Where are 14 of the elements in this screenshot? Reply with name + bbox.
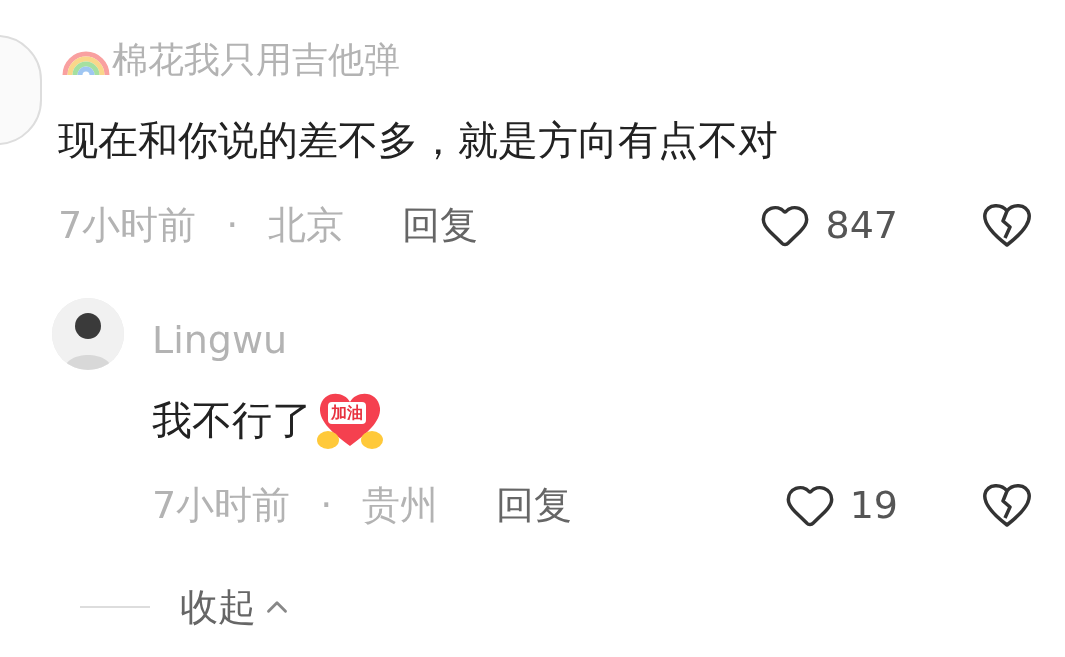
timestamp: 7小时前 bbox=[152, 486, 291, 524]
comment-text: 我不行了 bbox=[152, 400, 312, 440]
location: 北京 bbox=[268, 206, 345, 244]
like-count: 847 bbox=[825, 206, 898, 244]
reply-button[interactable]: 回复 bbox=[496, 486, 573, 524]
separator-dot: · bbox=[320, 486, 333, 524]
comment-text: 现在和你说的差不多，就是方向有点不对 bbox=[58, 116, 779, 165]
location: 贵州 bbox=[362, 486, 439, 524]
collapse-button[interactable]: 收起 bbox=[180, 588, 256, 626]
separator-dot: · bbox=[226, 206, 239, 244]
sticker-label: 加油 bbox=[328, 402, 366, 424]
like-count: 19 bbox=[849, 486, 898, 524]
timestamp: 7小时前 bbox=[58, 206, 197, 244]
reply-button[interactable]: 回复 bbox=[402, 206, 479, 244]
